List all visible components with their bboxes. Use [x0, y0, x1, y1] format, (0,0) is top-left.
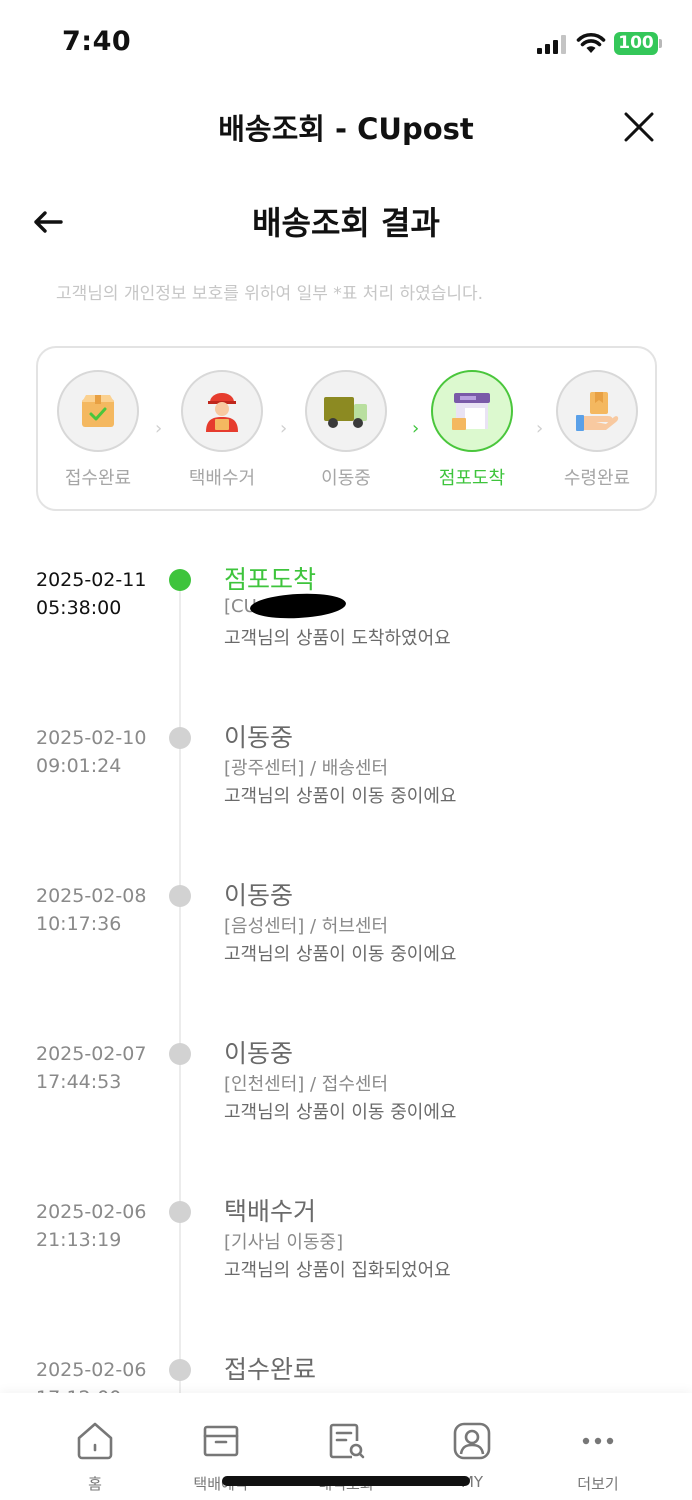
- store-icon: [452, 393, 490, 430]
- nav-home[interactable]: 홈: [40, 1419, 150, 1494]
- chevron-right-icon: ›: [536, 418, 544, 439]
- progress-step-circle: [305, 370, 387, 452]
- timeline-status: 이동중: [224, 881, 294, 910]
- battery-indicator: 100: [614, 32, 658, 55]
- timeline-date: 2025-02-06: [36, 1359, 147, 1381]
- package-box-icon: [203, 1425, 239, 1457]
- progress-step-pickup: 택배수거: [172, 370, 272, 490]
- timeline-description: 고객님의 상품이 이동 중이에요: [224, 786, 457, 807]
- progress-step-store-arrival: 점포도착: [422, 370, 522, 490]
- progress-step-circle: [181, 370, 263, 452]
- hand-package-icon: [576, 392, 619, 431]
- close-icon[interactable]: [620, 108, 658, 146]
- timeline-dot: [169, 1201, 191, 1223]
- timeline-description: 고객님의 상품이 이동 중이에요: [224, 1102, 457, 1123]
- progress-step-circle: [431, 370, 513, 452]
- status-bar: 7:40 100: [0, 0, 692, 88]
- timeline-datetime: 2025-02-07 17:44:53: [36, 1040, 146, 1096]
- progress-step-received: 접수완료: [48, 370, 148, 490]
- timeline-datetime: 2025-02-11 05:38:00: [36, 566, 146, 622]
- progress-step-label: 이동중: [321, 468, 371, 489]
- nav-label: 홈: [88, 1475, 102, 1493]
- timeline-datetime: 2025-02-10 09:01:24: [36, 724, 146, 780]
- status-time: 7:40: [62, 26, 132, 57]
- timeline-description: 고객님의 상품이 도착하였어요: [224, 628, 451, 649]
- home-icon: [77, 1422, 113, 1460]
- timeline-status: 택배수거: [224, 1197, 317, 1226]
- page-title: 배송조회 - CUpost: [218, 112, 474, 146]
- timeline-status: 이동중: [224, 1039, 294, 1068]
- timeline-location: [기사님 이동중]: [224, 1232, 344, 1253]
- timeline-item: 2025-02-08 10:17:36 이동중 [음성센터] / 허브센터 고객…: [0, 881, 692, 1002]
- progress-step-label: 수령완료: [563, 468, 631, 489]
- timeline-datetime: 2025-02-06 21:13:19: [36, 1198, 146, 1254]
- progress-step-in-transit: 이동중: [296, 370, 396, 490]
- timeline-date: 2025-02-10: [36, 727, 147, 749]
- timeline-time: 17:44:53: [36, 1071, 122, 1093]
- timeline-description: 고객님의 상품이 이동 중이에요: [224, 944, 457, 965]
- nav-label: 더보기: [577, 1475, 619, 1493]
- timeline-time: 10:17:36: [36, 913, 122, 935]
- chevron-right-icon: ›: [412, 418, 420, 439]
- document-search-icon: [329, 1423, 365, 1459]
- timeline-item: 2025-02-07 17:44:53 이동중 [인천센터] / 접수센터 고객…: [0, 1039, 692, 1160]
- timeline-date: 2025-02-08: [36, 885, 147, 907]
- battery-cap: [659, 39, 662, 48]
- privacy-note: 고객님의 개인정보 보호를 위하여 일부 *표 처리 하였습니다.: [56, 284, 484, 304]
- timeline-status: 이동중: [224, 723, 294, 752]
- wifi-icon: [576, 32, 606, 53]
- box-check-icon: [82, 395, 114, 427]
- progress-step-label: 접수완료: [64, 468, 132, 489]
- timeline-item: 2025-02-10 09:01:24 이동중 [광주센터] / 배송센터 고객…: [0, 723, 692, 844]
- nav-more[interactable]: 더보기: [543, 1419, 653, 1494]
- progress-step-received-complete: 수령완료: [547, 370, 647, 490]
- timeline-dot: [169, 569, 191, 591]
- chevron-right-icon: ›: [155, 418, 163, 439]
- cellular-signal-icon: [537, 34, 567, 54]
- timeline-item: 2025-02-06 21:13:19 택배수거 [기사님 이동중] 고객님의 …: [0, 1197, 692, 1318]
- user-icon: [453, 1422, 491, 1460]
- section-title: 배송조회 결과: [252, 204, 440, 242]
- timeline-time: 09:01:24: [36, 755, 122, 777]
- timeline-time: 21:13:19: [36, 1229, 122, 1251]
- chevron-right-icon: ›: [280, 418, 288, 439]
- timeline-location: [음성센터] / 허브센터: [224, 916, 389, 937]
- timeline-item: 2025-02-11 05:38:00 점포도착 [CU 고객님의 상품이 도착…: [0, 565, 692, 686]
- timeline-location: [광주센터] / 배송센터: [224, 758, 389, 779]
- progress-step-label: 택배수거: [188, 468, 256, 489]
- truck-icon: [324, 397, 367, 428]
- courier-icon: [206, 393, 238, 432]
- more-dots-icon: [582, 1437, 614, 1445]
- timeline-description: 고객님의 상품이 집화되었어요: [224, 1260, 451, 1281]
- timeline-dot: [169, 727, 191, 749]
- progress-step-circle: [556, 370, 638, 452]
- timeline-status: 접수완료: [224, 1355, 317, 1384]
- timeline-location: [인천센터] / 접수센터: [224, 1074, 389, 1095]
- progress-step-label: 점포도착: [438, 468, 506, 489]
- timeline-status: 점포도착: [224, 565, 317, 594]
- timeline-date: 2025-02-07: [36, 1043, 147, 1065]
- delivery-progress-card: 접수완료 › 택배수거 › 이동중 › 점포도착 › 수령완료: [36, 346, 657, 511]
- home-indicator: [222, 1476, 470, 1486]
- timeline-dot: [169, 885, 191, 907]
- timeline-time: 05:38:00: [36, 597, 122, 619]
- timeline-date: 2025-02-06: [36, 1201, 147, 1223]
- timeline-date: 2025-02-11: [36, 569, 147, 591]
- progress-step-circle: [57, 370, 139, 452]
- timeline-datetime: 2025-02-08 10:17:36: [36, 882, 146, 938]
- timeline-dot: [169, 1043, 191, 1065]
- timeline-dot: [169, 1359, 191, 1381]
